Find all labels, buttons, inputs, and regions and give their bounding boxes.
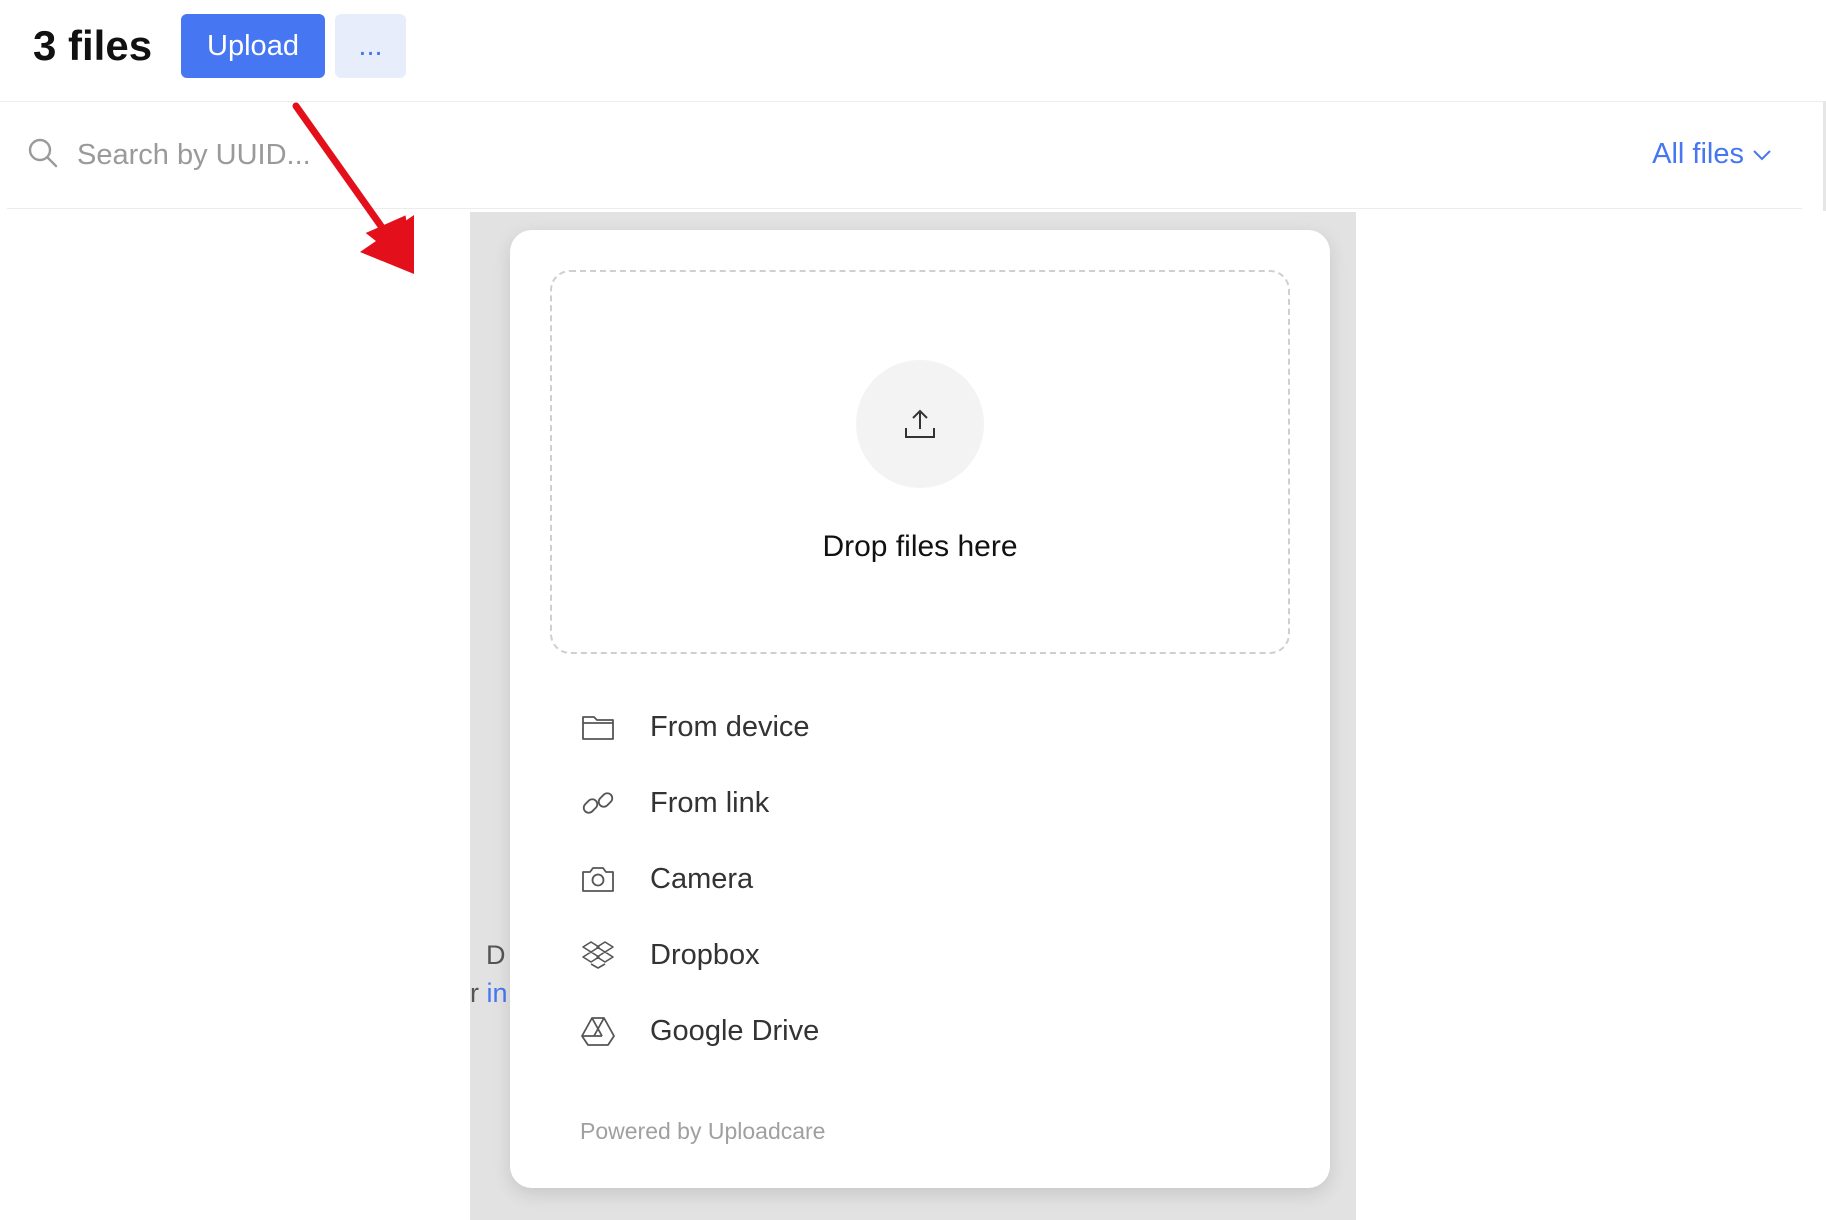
source-label: Camera	[650, 862, 754, 895]
folder-icon	[582, 716, 614, 740]
drop-files-label: Drop files here	[822, 530, 1018, 563]
source-label: From device	[650, 710, 810, 743]
source-google-drive[interactable]: Google Drive	[580, 1001, 1230, 1061]
search-bar: All files	[7, 102, 1802, 209]
search-input[interactable]	[75, 132, 979, 178]
drop-zone[interactable]: Drop files here	[550, 270, 1290, 654]
source-label: Dropbox	[650, 938, 760, 971]
upload-button[interactable]: Upload	[181, 14, 325, 78]
upload-icon-circle[interactable]	[856, 360, 984, 488]
source-label: From link	[650, 786, 770, 819]
source-from-link[interactable]: From link	[580, 773, 1230, 833]
background-text-fragment: r	[470, 978, 479, 1008]
background-link-fragment[interactable]: in	[487, 978, 508, 1008]
page-title: 3 files	[33, 22, 153, 69]
more-options-button[interactable]: ...	[335, 14, 406, 78]
file-filter-label: All files	[1652, 138, 1744, 170]
annotation-arrow-icon	[292, 102, 414, 274]
file-filter-dropdown[interactable]: All files	[1652, 138, 1772, 171]
chevron-down-icon	[1753, 149, 1771, 160]
powered-by-link[interactable]: Powered by Uploadcare	[580, 1118, 825, 1145]
source-camera[interactable]: Camera	[580, 849, 1230, 909]
camera-icon	[582, 867, 614, 892]
background-text-fragment: D	[486, 940, 506, 970]
link-icon	[582, 792, 614, 814]
dropbox-icon	[582, 941, 614, 969]
search-icon	[28, 138, 58, 168]
page-header: 3 files Upload ...	[0, 0, 1826, 102]
google-drive-icon	[581, 1017, 615, 1046]
source-dropbox[interactable]: Dropbox	[580, 925, 1230, 985]
source-label: Google Drive	[650, 1014, 820, 1047]
upload-icon	[905, 409, 935, 438]
upload-dialog: Drop files here From device From link Ca…	[510, 230, 1330, 1188]
source-from-device[interactable]: From device	[580, 697, 1230, 757]
